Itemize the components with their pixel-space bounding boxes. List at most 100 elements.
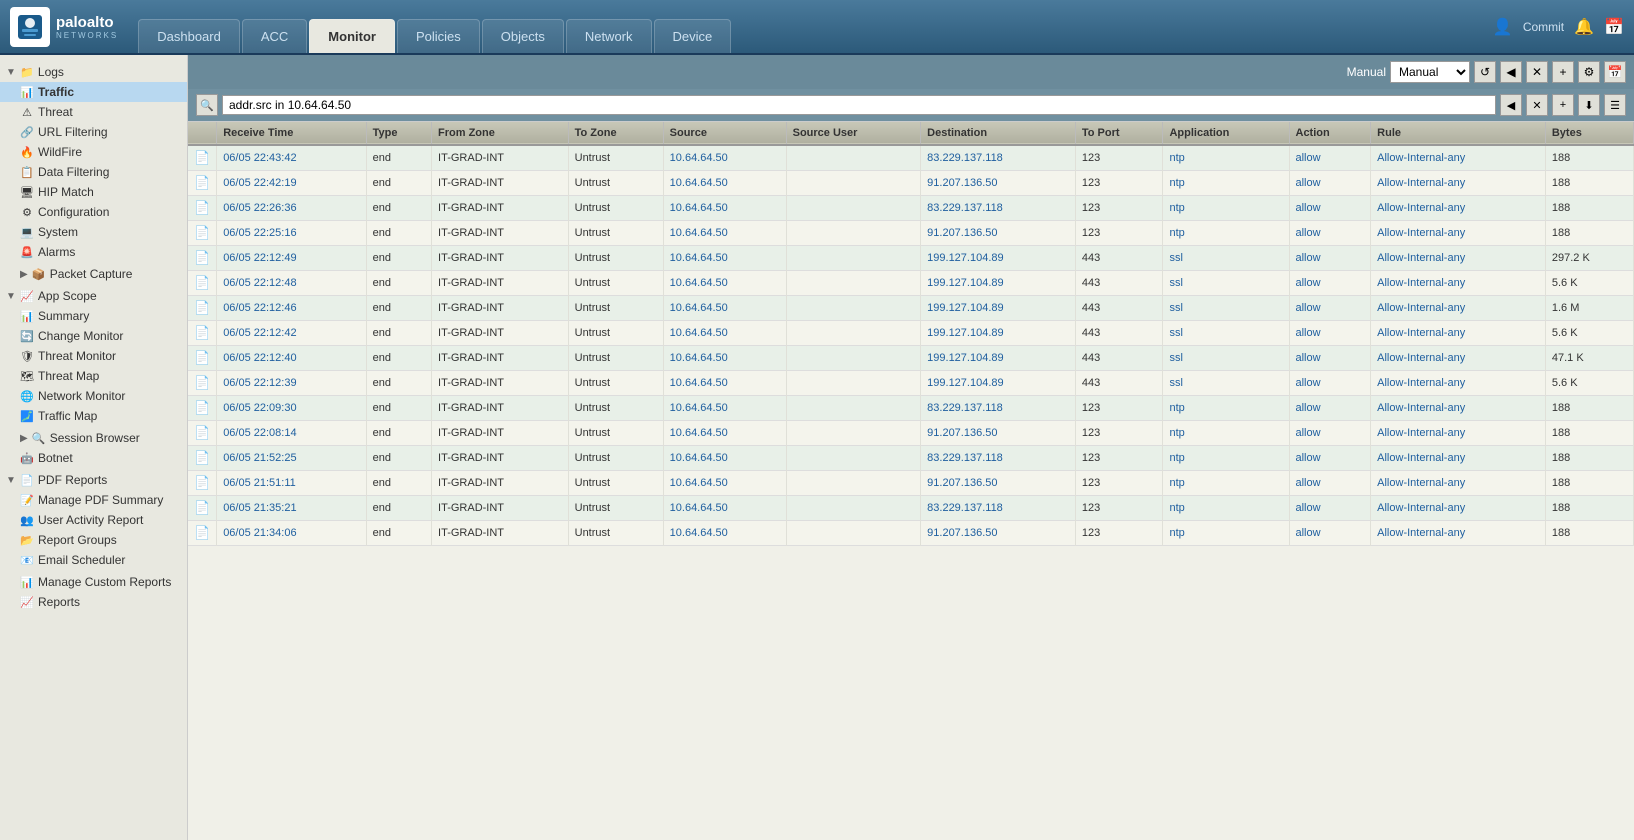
cell-destination[interactable]: 83.229.137.118 xyxy=(921,396,1076,421)
cell-destination[interactable]: 199.127.104.89 xyxy=(921,346,1076,371)
cell-application[interactable]: ntp xyxy=(1163,196,1289,221)
search-close-btn[interactable]: ✕ xyxy=(1526,94,1548,116)
tab-policies[interactable]: Policies xyxy=(397,19,480,53)
cell-destination[interactable]: 199.127.104.89 xyxy=(921,246,1076,271)
sidebar-group-logs[interactable]: ▼ 📁 Logs xyxy=(0,62,187,82)
cell-receive-time[interactable]: 06/05 22:12:42 xyxy=(217,321,366,346)
search-filter-icon-btn[interactable]: 🔍 xyxy=(196,94,218,116)
tab-device[interactable]: Device xyxy=(654,19,732,53)
table-row[interactable]: 📄 06/05 22:42:19 end IT-GRAD-INT Untrust… xyxy=(188,171,1634,196)
cell-receive-time[interactable]: 06/05 22:12:48 xyxy=(217,271,366,296)
tab-dashboard[interactable]: Dashboard xyxy=(138,19,240,53)
sidebar-item-manage-custom[interactable]: 📊 Manage Custom Reports xyxy=(0,572,187,592)
cell-source[interactable]: 10.64.64.50 xyxy=(663,371,786,396)
cell-destination[interactable]: 199.127.104.89 xyxy=(921,371,1076,396)
row-detail-icon[interactable]: 📄 xyxy=(188,196,217,221)
sidebar-item-url-filtering[interactable]: 🔗 URL Filtering xyxy=(0,122,187,142)
tab-objects[interactable]: Objects xyxy=(482,19,564,53)
row-detail-icon[interactable]: 📄 xyxy=(188,171,217,196)
row-detail-icon[interactable]: 📄 xyxy=(188,145,217,171)
col-action[interactable]: Action xyxy=(1289,122,1371,145)
table-row[interactable]: 📄 06/05 22:26:36 end IT-GRAD-INT Untrust… xyxy=(188,196,1634,221)
cell-source[interactable]: 10.64.64.50 xyxy=(663,471,786,496)
filter-close-btn[interactable]: ✕ xyxy=(1526,61,1548,83)
cell-source[interactable]: 10.64.64.50 xyxy=(663,296,786,321)
sidebar-item-packet-capture[interactable]: ▶ 📦 Packet Capture xyxy=(0,264,187,284)
cell-source[interactable]: 10.64.64.50 xyxy=(663,421,786,446)
table-row[interactable]: 📄 06/05 22:12:49 end IT-GRAD-INT Untrust… xyxy=(188,246,1634,271)
row-detail-icon[interactable]: 📄 xyxy=(188,371,217,396)
cell-destination[interactable]: 91.207.136.50 xyxy=(921,171,1076,196)
row-detail-icon[interactable]: 📄 xyxy=(188,346,217,371)
cell-rule[interactable]: Allow-Internal-any xyxy=(1371,521,1546,546)
sidebar-item-threat-map[interactable]: 🗺 Threat Map xyxy=(0,366,187,386)
cell-rule[interactable]: Allow-Internal-any xyxy=(1371,171,1546,196)
cell-rule[interactable]: Allow-Internal-any xyxy=(1371,246,1546,271)
row-detail-icon[interactable]: 📄 xyxy=(188,496,217,521)
filter-mode-select[interactable]: Manual Auto xyxy=(1390,61,1470,83)
cell-source[interactable]: 10.64.64.50 xyxy=(663,271,786,296)
sidebar-item-network-monitor[interactable]: 🌐 Network Monitor xyxy=(0,386,187,406)
sidebar-item-session-browser[interactable]: ▶ 🔍 Session Browser xyxy=(0,428,187,448)
table-row[interactable]: 📄 06/05 21:34:06 end IT-GRAD-INT Untrust… xyxy=(188,521,1634,546)
col-application[interactable]: Application xyxy=(1163,122,1289,145)
tab-network[interactable]: Network xyxy=(566,19,652,53)
table-row[interactable]: 📄 06/05 22:12:40 end IT-GRAD-INT Untrust… xyxy=(188,346,1634,371)
row-detail-icon[interactable]: 📄 xyxy=(188,221,217,246)
col-to-zone[interactable]: To Zone xyxy=(568,122,663,145)
cell-rule[interactable]: Allow-Internal-any xyxy=(1371,446,1546,471)
cell-source[interactable]: 10.64.64.50 xyxy=(663,196,786,221)
cell-rule[interactable]: Allow-Internal-any xyxy=(1371,271,1546,296)
cell-destination[interactable]: 83.229.137.118 xyxy=(921,196,1076,221)
cell-receive-time[interactable]: 06/05 22:12:40 xyxy=(217,346,366,371)
sidebar-item-report-groups[interactable]: 📂 Report Groups xyxy=(0,530,187,550)
commit-button[interactable]: Commit xyxy=(1523,20,1564,34)
table-row[interactable]: 📄 06/05 22:43:42 end IT-GRAD-INT Untrust… xyxy=(188,145,1634,171)
cell-rule[interactable]: Allow-Internal-any xyxy=(1371,421,1546,446)
cell-rule[interactable]: Allow-Internal-any xyxy=(1371,371,1546,396)
cell-application[interactable]: ssl xyxy=(1163,271,1289,296)
cell-receive-time[interactable]: 06/05 22:12:49 xyxy=(217,246,366,271)
search-col-settings-btn[interactable]: ☰ xyxy=(1604,94,1626,116)
cell-application[interactable]: ntp xyxy=(1163,446,1289,471)
col-bytes[interactable]: Bytes xyxy=(1545,122,1633,145)
cell-rule[interactable]: Allow-Internal-any xyxy=(1371,396,1546,421)
sidebar-item-manage-pdf[interactable]: 📝 Manage PDF Summary xyxy=(0,490,187,510)
tab-acc[interactable]: ACC xyxy=(242,19,307,53)
table-row[interactable]: 📄 06/05 22:12:48 end IT-GRAD-INT Untrust… xyxy=(188,271,1634,296)
cell-destination[interactable]: 83.229.137.118 xyxy=(921,446,1076,471)
tab-monitor[interactable]: Monitor xyxy=(309,19,395,53)
search-input[interactable] xyxy=(222,95,1496,115)
cell-source[interactable]: 10.64.64.50 xyxy=(663,246,786,271)
row-detail-icon[interactable]: 📄 xyxy=(188,321,217,346)
cell-destination[interactable]: 199.127.104.89 xyxy=(921,321,1076,346)
cell-receive-time[interactable]: 06/05 22:42:19 xyxy=(217,171,366,196)
cell-source[interactable]: 10.64.64.50 xyxy=(663,321,786,346)
cell-source[interactable]: 10.64.64.50 xyxy=(663,346,786,371)
filter-calendar-btn[interactable]: 📅 xyxy=(1604,61,1626,83)
cell-receive-time[interactable]: 06/05 22:08:14 xyxy=(217,421,366,446)
cell-application[interactable]: ssl xyxy=(1163,371,1289,396)
table-row[interactable]: 📄 06/05 21:51:11 end IT-GRAD-INT Untrust… xyxy=(188,471,1634,496)
cell-destination[interactable]: 83.229.137.118 xyxy=(921,145,1076,171)
table-row[interactable]: 📄 06/05 21:52:25 end IT-GRAD-INT Untrust… xyxy=(188,446,1634,471)
cell-application[interactable]: ntp xyxy=(1163,171,1289,196)
sidebar-item-reports[interactable]: 📈 Reports xyxy=(0,592,187,612)
col-from-zone[interactable]: From Zone xyxy=(432,122,569,145)
sidebar-item-traffic[interactable]: 📊 Traffic xyxy=(0,82,187,102)
table-row[interactable]: 📄 06/05 22:25:16 end IT-GRAD-INT Untrust… xyxy=(188,221,1634,246)
cell-rule[interactable]: Allow-Internal-any xyxy=(1371,196,1546,221)
cell-rule[interactable]: Allow-Internal-any xyxy=(1371,346,1546,371)
cell-application[interactable]: ntp xyxy=(1163,145,1289,171)
cell-source[interactable]: 10.64.64.50 xyxy=(663,221,786,246)
cell-application[interactable]: ntp xyxy=(1163,421,1289,446)
search-add-filter-btn[interactable]: + xyxy=(1552,94,1574,116)
filter-add-btn[interactable]: + xyxy=(1552,61,1574,83)
col-type[interactable]: Type xyxy=(366,122,431,145)
cell-destination[interactable]: 91.207.136.50 xyxy=(921,521,1076,546)
cell-destination[interactable]: 199.127.104.89 xyxy=(921,271,1076,296)
cell-application[interactable]: ssl xyxy=(1163,346,1289,371)
cell-application[interactable]: ntp xyxy=(1163,496,1289,521)
col-destination[interactable]: Destination xyxy=(921,122,1076,145)
sidebar-item-data-filtering[interactable]: 📋 Data Filtering xyxy=(0,162,187,182)
